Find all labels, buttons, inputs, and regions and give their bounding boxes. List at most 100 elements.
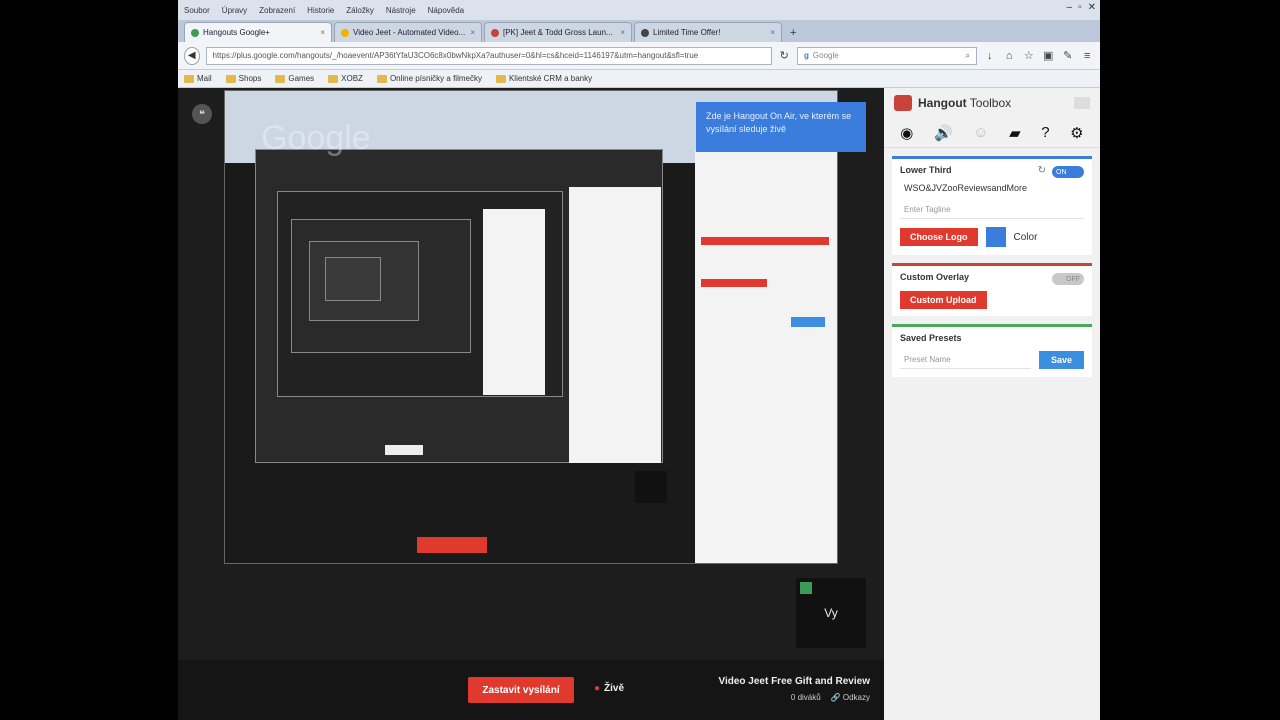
lower-third-card: Lower Third ↻ ON WSO&JVZooReviewsandMore… xyxy=(892,156,1092,255)
search-icon[interactable]: ⌕ xyxy=(966,51,970,61)
tagline-input[interactable]: Enter Tagline xyxy=(900,201,1084,219)
favicon-icon xyxy=(491,28,499,37)
live-indicator: ● Živě xyxy=(594,683,625,694)
saved-presets-card: Saved Presets Preset Name Save xyxy=(892,324,1092,377)
url-text: https://plus.google.com/hangouts/_/hoaev… xyxy=(212,51,699,60)
bookmark-folder[interactable]: Mail xyxy=(184,74,212,83)
folder-icon xyxy=(376,74,387,83)
tab-pk-launch[interactable]: [PK] Jeet & Todd Gross Laun... × xyxy=(484,22,632,42)
stop-broadcast-button[interactable]: Zastavit vysílání xyxy=(468,677,574,703)
nested-self-view xyxy=(635,471,667,503)
help-icon[interactable]: ? xyxy=(1041,124,1049,141)
bookmark-folder[interactable]: Games xyxy=(275,74,314,83)
lower-third-name[interactable]: WSO&JVZooReviewsandMore xyxy=(904,183,1080,193)
bookmark-folder[interactable]: Online písničky a filmečky xyxy=(376,74,482,83)
hangouts-logo-icon: ❝ xyxy=(192,104,212,124)
nested-stop-button xyxy=(385,445,423,455)
new-tab-button[interactable]: + xyxy=(784,27,802,42)
menu-icon[interactable]: ≡ xyxy=(1081,50,1095,62)
favicon-icon xyxy=(641,28,649,37)
recursive-screen-share xyxy=(225,91,837,563)
self-view-thumbnail[interactable]: Vy xyxy=(796,578,866,648)
color-swatch[interactable] xyxy=(985,227,1006,247)
person-icon[interactable]: ◉ xyxy=(900,124,913,142)
tab-bar: Hangouts Google+ × Video Jeet - Automate… xyxy=(178,20,1100,42)
browser-menubar: Soubor Úpravy Zobrazení Historie Záložky… xyxy=(178,0,1100,20)
preset-row: Preset Name Save xyxy=(900,351,1084,369)
logo-color-row: Choose Logo Color xyxy=(900,227,1084,247)
gear-icon[interactable]: ⚙ xyxy=(1070,124,1083,142)
close-icon[interactable]: ✕ xyxy=(1088,2,1096,13)
google-watermark: Google xyxy=(261,119,371,157)
reload-icon[interactable]: ↻ xyxy=(778,49,792,62)
menu-item[interactable]: Nástroje xyxy=(386,6,416,15)
search-input[interactable]: g Google ⌕ xyxy=(797,46,977,65)
nested-upload-button xyxy=(701,279,767,287)
bookmark-folder[interactable]: XOBZ xyxy=(328,74,363,83)
bookmarks-bar: Mail Shops Games XOBZ Online písničky a … xyxy=(178,70,1100,88)
bookmark-folder[interactable]: Klientské CRM a banky xyxy=(495,74,592,83)
menu-item[interactable]: Historie xyxy=(307,6,334,15)
event-meta: 0 diváků 🔗 Odkazy xyxy=(791,693,870,702)
url-bar[interactable]: https://plus.google.com/hangouts/_/hoaev… xyxy=(205,46,772,65)
folder-icon xyxy=(328,74,339,83)
broadcast-bar: Zastavit vysílání ● Živě Video Jeet Free … xyxy=(178,660,884,720)
links-button[interactable]: 🔗 Odkazy xyxy=(831,693,870,702)
clipboard-icon[interactable]: ▣ xyxy=(1042,49,1056,62)
folder-icon xyxy=(275,74,286,83)
bookmark-folder[interactable]: Shops xyxy=(225,74,261,83)
google-icon: g xyxy=(804,51,809,60)
nested-stop-button xyxy=(417,537,487,553)
folder-icon xyxy=(184,74,194,83)
close-tab-icon[interactable]: × xyxy=(470,28,475,37)
custom-overlay-card: Custom Overlay OFF Custom Upload xyxy=(892,263,1092,316)
close-tab-icon[interactable]: × xyxy=(620,28,625,37)
hangouts-icon xyxy=(191,28,199,37)
window-controls: – ▫ ✕ xyxy=(1067,2,1097,13)
comment-icon[interactable]: ▰ xyxy=(1009,124,1021,142)
screen: Soubor Úpravy Zobrazení Historie Záložky… xyxy=(178,0,1100,720)
lower-third-toggle[interactable]: ON xyxy=(1052,166,1084,178)
menu-item[interactable]: Záložky xyxy=(346,6,374,15)
menu-item[interactable]: Nápověda xyxy=(428,6,464,15)
collapse-icon[interactable] xyxy=(1074,97,1090,109)
nested-choose-logo-button xyxy=(701,237,829,245)
toolbox-title: Hangout Toolbox xyxy=(918,96,1012,110)
nested-save-button xyxy=(791,317,825,327)
custom-upload-button[interactable]: Custom Upload xyxy=(900,291,987,309)
back-button[interactable]: ◀ xyxy=(184,46,200,65)
color-label: Color xyxy=(1013,231,1038,243)
preset-name-input[interactable]: Preset Name xyxy=(900,351,1031,369)
nested-video-level-6 xyxy=(325,257,381,301)
nested-toolbox-level-2 xyxy=(569,187,661,463)
face-icon[interactable]: ☺ xyxy=(973,124,988,141)
choose-logo-button[interactable]: Choose Logo xyxy=(900,228,978,246)
menu-item[interactable]: Úpravy xyxy=(222,6,247,15)
tab-hangouts[interactable]: Hangouts Google+ × xyxy=(184,22,332,42)
minimize-icon[interactable]: – xyxy=(1067,2,1073,13)
share-icon[interactable]: ✎ xyxy=(1061,49,1075,62)
nested-toolbox xyxy=(695,151,837,563)
download-icon[interactable]: ↓ xyxy=(983,50,997,62)
save-preset-button[interactable]: Save xyxy=(1038,351,1084,369)
speaker-icon[interactable]: 🔊 xyxy=(934,124,953,142)
bookmark-star-icon[interactable]: ☆ xyxy=(1022,49,1036,62)
tab-limited-offer[interactable]: Limited Time Offer! × xyxy=(634,22,782,42)
close-tab-icon[interactable]: × xyxy=(770,28,775,37)
refresh-icon[interactable]: ↻ xyxy=(1038,165,1046,176)
close-tab-icon[interactable]: × xyxy=(320,28,325,37)
main-video-feed: Google xyxy=(224,90,838,564)
event-title: Video Jeet Free Gift and Review xyxy=(718,676,870,687)
tab-video-jeet[interactable]: Video Jeet - Automated Video... × xyxy=(334,22,482,42)
toolbox-tool-icons: ◉ 🔊 ☺ ▰ ? ⚙ xyxy=(884,118,1100,148)
menu-item[interactable]: Soubor xyxy=(184,6,210,15)
custom-overlay-toggle[interactable]: OFF xyxy=(1052,273,1084,285)
nested-toolbox-level-3 xyxy=(483,209,545,395)
home-icon[interactable]: ⌂ xyxy=(1003,50,1017,62)
folder-icon xyxy=(495,74,506,83)
maximize-icon[interactable]: ▫ xyxy=(1078,2,1082,13)
menu-item[interactable]: Zobrazení xyxy=(259,6,295,15)
hangout-toolbox-panel: Hangout Toolbox ◉ 🔊 ☺ ▰ ? ⚙ Lower Third … xyxy=(884,88,1100,720)
favicon-icon xyxy=(341,28,349,37)
live-dot-icon: ● xyxy=(594,683,601,694)
